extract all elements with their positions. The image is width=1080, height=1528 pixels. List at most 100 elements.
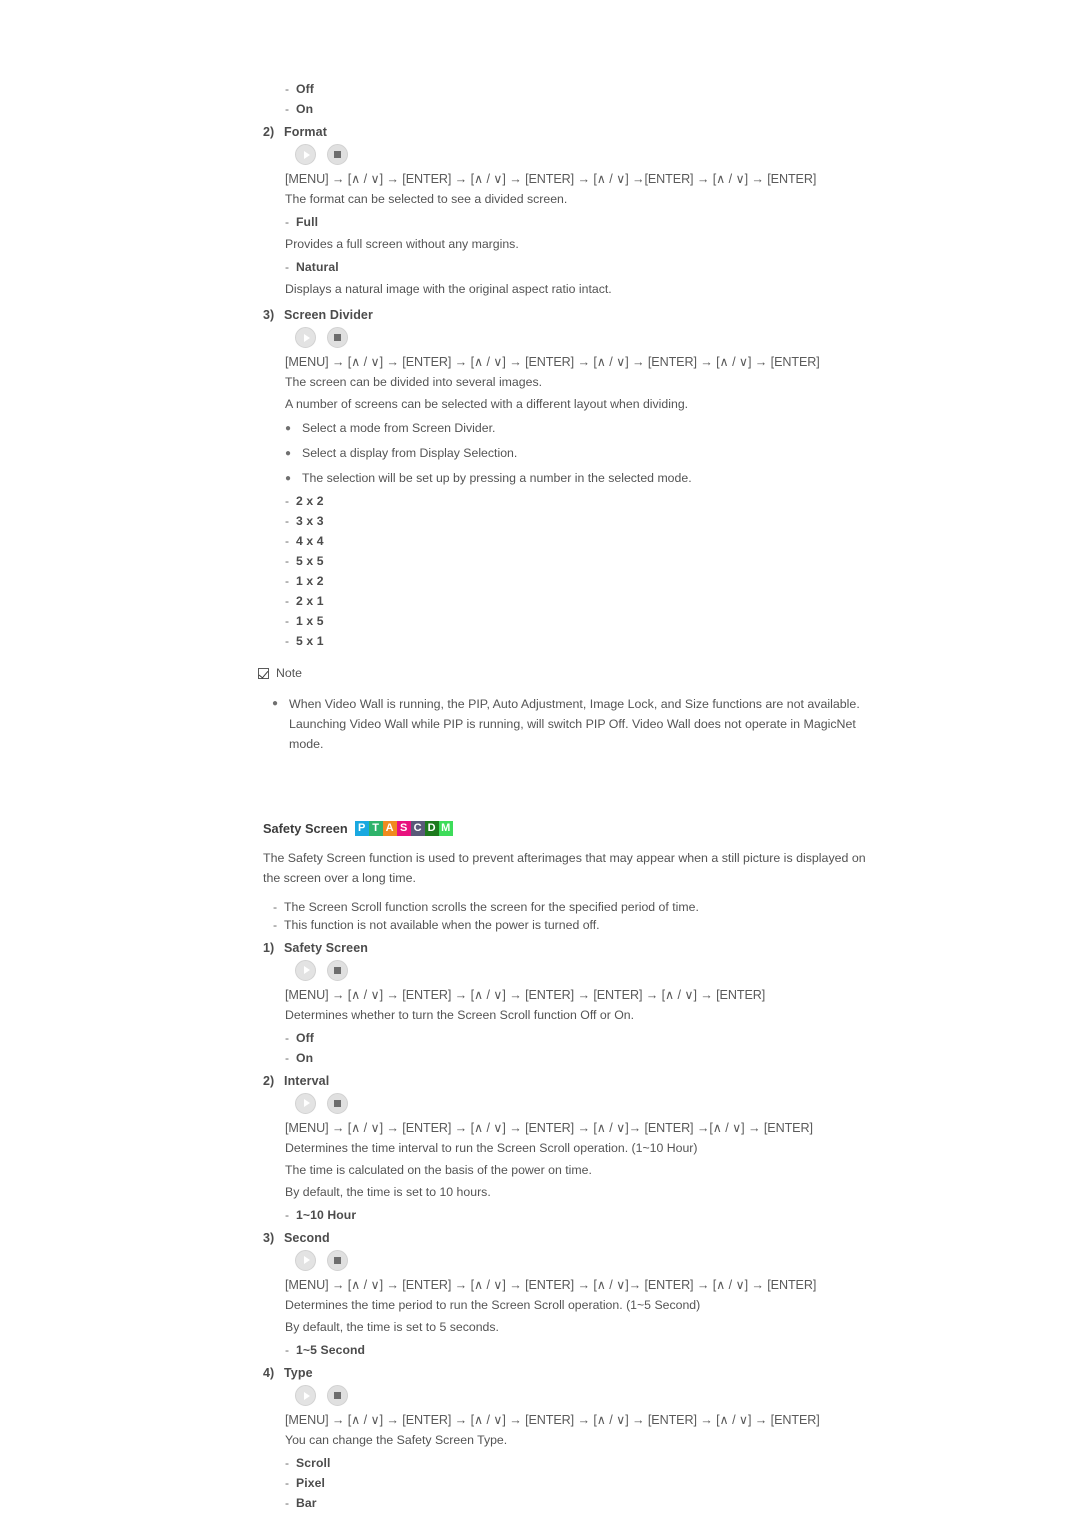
option-item-second-range: -1~5 Second xyxy=(285,1343,883,1357)
option-item-scroll: - Scroll xyxy=(285,1456,883,1470)
option-label: Off xyxy=(296,1030,314,1045)
dash-marker: - xyxy=(285,260,290,275)
section-number: 3) xyxy=(263,308,275,323)
dash-marker: - xyxy=(273,899,278,914)
safety-note-text: The Screen Scroll function scrolls the s… xyxy=(284,899,699,914)
dash-marker: - xyxy=(285,1496,290,1511)
option-item-bar: - Bar xyxy=(285,1496,883,1510)
play-icon[interactable] xyxy=(295,959,316,981)
dash-marker: - xyxy=(285,594,290,609)
key-sequence-safety-screen: [MENU] → [∧ / ∨] → [ENTER] → [∧ / ∨] → [… xyxy=(285,987,766,1002)
bullet-item: ● Select a display from Display Selection… xyxy=(285,444,883,464)
section-title: Screen Divider xyxy=(284,308,373,323)
section-heading-screen-divider: 3) Screen Divider xyxy=(263,308,883,322)
option-label: 1~10 Hour xyxy=(296,1207,357,1222)
section-heading-interval: 2) Interval xyxy=(263,1074,883,1088)
document-page: - Off - On 2) Format [MENU] → [∧ / ∨] → [E… xyxy=(0,0,1080,1528)
section-line: Determines the time period to run the Sc… xyxy=(285,1297,701,1312)
bullet-marker: ● xyxy=(272,698,279,710)
option-label: On xyxy=(296,102,314,116)
safety-screen-intro: The Safety Screen function is used to pr… xyxy=(263,850,866,885)
section-line: The time is calculated on the basis of t… xyxy=(285,1162,592,1177)
dash-marker: - xyxy=(285,1207,290,1222)
option-item-pixel: - Pixel xyxy=(285,1476,883,1490)
option-label: Bar xyxy=(296,1496,317,1511)
stop-icon[interactable] xyxy=(327,144,348,165)
dash-marker: - xyxy=(285,554,290,569)
layout-option-4x4: -4 x 4 xyxy=(285,534,883,548)
section-line: Determines whether to turn the Screen Sc… xyxy=(285,1007,635,1022)
dash-marker: - xyxy=(285,1030,290,1045)
play-icon[interactable] xyxy=(295,144,316,165)
option-label: 1 x 5 xyxy=(296,614,324,629)
dash-marker: - xyxy=(285,494,290,509)
dash-marker: - xyxy=(273,917,278,932)
option-label: Scroll xyxy=(296,1456,331,1471)
section-line: You can change the Safety Screen Type. xyxy=(285,1433,508,1447)
bullet-item: ● Select a mode from Screen Divider. xyxy=(285,419,883,439)
layout-option-2x1: -2 x 1 xyxy=(285,594,883,608)
option-label: Natural xyxy=(296,260,339,275)
option-label: 1 x 2 xyxy=(296,574,324,589)
key-sequence-second: [MENU] → [∧ / ∨] → [ENTER] → [∧ / ∨] → [… xyxy=(285,1277,817,1292)
stop-icon[interactable] xyxy=(327,327,348,349)
option-label: 4 x 4 xyxy=(296,534,324,549)
bullet-text: Select a mode from Screen Divider. xyxy=(302,421,496,436)
dash-marker: - xyxy=(285,102,290,116)
badge-letter-c: C xyxy=(410,820,425,836)
page-title: Safety Screen xyxy=(263,820,348,836)
bullet-text: Select a display from Display Selection. xyxy=(302,445,518,460)
dash-marker: - xyxy=(285,215,290,230)
play-icon[interactable] xyxy=(295,1092,316,1114)
section-heading-safety-screen: 1) Safety Screen xyxy=(263,941,883,955)
badge-letter-p: P xyxy=(354,820,369,836)
stop-icon[interactable] xyxy=(327,1092,348,1114)
badge-letter-s: S xyxy=(396,820,411,836)
safety-note-2: - This function is not available when the… xyxy=(273,918,883,932)
badge-letter-d: D xyxy=(424,820,439,836)
section-line: Determines the time interval to run the … xyxy=(285,1140,698,1155)
option-item-interval-range: -1~10 Hour xyxy=(285,1208,883,1222)
section-heading-second: 3) Second xyxy=(263,1231,883,1245)
badge-letter-a: A xyxy=(382,820,397,836)
play-icon[interactable] xyxy=(295,1385,316,1406)
checkbox-checked-icon xyxy=(258,667,269,679)
dash-marker: - xyxy=(285,1476,290,1491)
dash-marker: - xyxy=(285,534,290,549)
option-item-natural: - Natural xyxy=(285,260,883,274)
safety-note-text: This function is not available when the … xyxy=(284,917,600,932)
section-title: Type xyxy=(284,1366,313,1380)
stop-icon[interactable] xyxy=(327,959,348,981)
badge-letter-t: T xyxy=(368,820,383,836)
stop-icon[interactable] xyxy=(327,1385,348,1406)
section-number: 2) xyxy=(263,125,275,139)
key-sequence-format: [MENU] → [∧ / ∨] → [ENTER] → [∧ / ∨] → [… xyxy=(285,172,817,186)
stop-icon[interactable] xyxy=(327,1249,348,1271)
media-buttons xyxy=(295,1385,883,1406)
layout-option-2x2: -2 x 2 xyxy=(285,494,883,508)
play-icon[interactable] xyxy=(295,327,316,349)
option-label: 5 x 5 xyxy=(296,554,324,569)
section-line: A number of screens can be selected with… xyxy=(285,397,689,412)
option-label: On xyxy=(296,1050,314,1065)
note-text: When Video Wall is running, the PIP, Aut… xyxy=(289,697,860,752)
play-icon[interactable] xyxy=(295,1249,316,1271)
bullet-text: The selection will be set up by pressing… xyxy=(302,470,692,485)
section-number: 1) xyxy=(263,940,275,955)
bullet-item: ● The selection will be set up by pressin… xyxy=(285,469,883,489)
note-label: Note xyxy=(276,666,302,681)
option-label: 5 x 1 xyxy=(296,634,324,649)
option-item-off: - Off xyxy=(285,82,883,96)
section-description: The format can be selected to see a divi… xyxy=(285,192,568,206)
note-header: Note xyxy=(258,666,883,680)
bullet-marker: ● xyxy=(285,472,292,484)
option-description: Displays a natural image with the origin… xyxy=(285,282,612,297)
section-line: The screen can be divided into several i… xyxy=(285,375,543,390)
layout-option-5x5: -5 x 5 xyxy=(285,554,883,568)
safety-note-1: - The Screen Scroll function scrolls the … xyxy=(273,900,883,914)
option-item-on: - On xyxy=(285,1051,883,1065)
key-sequence-interval: [MENU] → [∧ / ∨] → [ENTER] → [∧ / ∨] → [… xyxy=(285,1120,813,1135)
key-sequence-screen-divider: [MENU] → [∧ / ∨] → [ENTER] → [∧ / ∨] → [… xyxy=(285,355,820,370)
dash-marker: - xyxy=(285,82,290,96)
section-number: 2) xyxy=(263,1073,275,1088)
